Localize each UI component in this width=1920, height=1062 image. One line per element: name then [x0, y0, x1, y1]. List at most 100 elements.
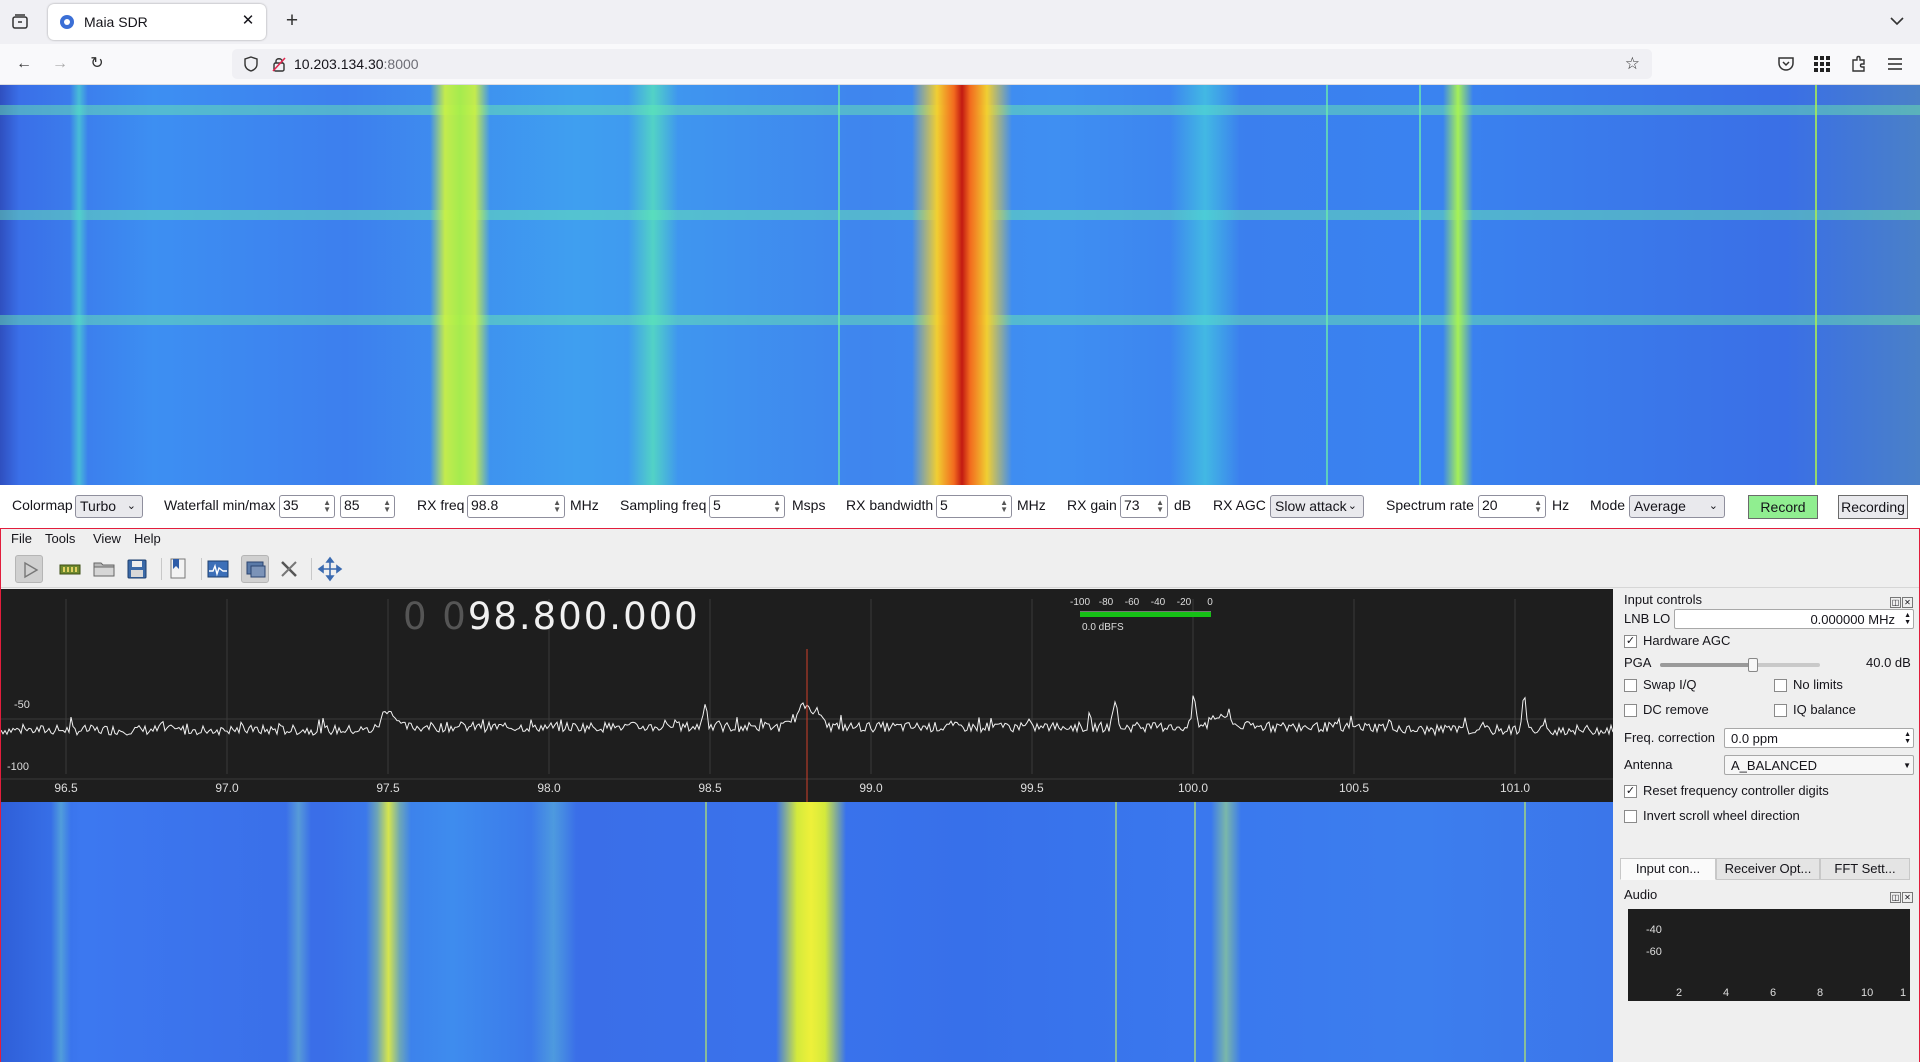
menu-view[interactable]: View [93, 531, 121, 546]
spectrum-rate-input[interactable]: 20 ▲ ▼ [1478, 495, 1546, 518]
tab-list-icon[interactable] [10, 12, 30, 32]
tools-wrench-icon[interactable] [275, 555, 303, 583]
new-tab-button[interactable]: + [280, 10, 304, 34]
waterfall-max-input[interactable]: 85 ▲ ▼ [340, 495, 395, 518]
spectrum-y-label: -100 [7, 761, 30, 773]
frequency-controller[interactable]: 0 098.800.000 [403, 595, 700, 638]
spectrum-plot-area[interactable]: 0 098.800.000 0.0 dBFS -100 -80 -60 -40 -20 0… [1, 589, 1613, 1062]
audio-title: Audio [1624, 887, 1658, 902]
dc-remove-checkbox[interactable] [1624, 704, 1637, 717]
hamburger-menu-icon[interactable] [1885, 54, 1905, 74]
audio-fft-plot[interactable]: -40 -60 2 4 6 8 10 1 [1628, 909, 1910, 1001]
recording-button[interactable]: Recording [1838, 495, 1908, 519]
antenna-select[interactable]: A_BALANCED ▼ [1724, 755, 1914, 775]
spinner-icon[interactable]: ▲ ▼ [553, 499, 561, 514]
spectrum-x-label: 99.0 [859, 781, 883, 795]
insecure-lock-icon[interactable] [272, 56, 286, 72]
freq-correction-input[interactable]: 0.0 ppm ▲ ▼ [1724, 728, 1914, 748]
signal-trace [912, 85, 1012, 485]
iq-balance-checkbox[interactable] [1774, 704, 1787, 717]
chevron-down-icon[interactable] [1888, 12, 1906, 30]
rx-freq-input[interactable]: 98.8 ▲ ▼ [467, 495, 565, 518]
back-arrow-icon[interactable]: ← [13, 53, 35, 75]
waterfall-min-input[interactable]: 35 ▲ ▼ [279, 495, 335, 518]
reset-digits-checkbox[interactable]: ✓ [1624, 785, 1637, 798]
mode-label: Mode [1590, 497, 1626, 513]
audio-x-label: 8 [1817, 987, 1824, 999]
pga-slider[interactable] [1660, 658, 1820, 672]
reload-icon[interactable]: ↻ [86, 53, 108, 75]
extensions-icon[interactable] [1849, 54, 1869, 74]
shield-icon[interactable] [244, 56, 258, 72]
mode-select[interactable]: Average ⌄ [1629, 495, 1725, 518]
tab-title: Maia SDR [84, 14, 148, 30]
spinner-icon[interactable]: ▲ ▼ [1000, 499, 1008, 514]
spinner-icon[interactable]: ▲ ▼ [323, 499, 331, 514]
menu-help[interactable]: Help [134, 531, 161, 546]
signal-meter: 0.0 dBFS -100 -80 -60 -40 -20 0 [1069, 597, 1213, 637]
app-waterfall[interactable] [1, 802, 1613, 1062]
sdr-application-window: File Tools View Help 0 098.800.000 0.0 d… [0, 529, 1920, 1062]
colormap-select[interactable]: Turbo ⌄ [75, 495, 143, 518]
spinner-icon[interactable]: ▲ ▼ [1904, 612, 1911, 626]
audio-y-label: -40 [1646, 924, 1662, 936]
tab-receiver-options[interactable]: Receiver Opt... [1716, 858, 1820, 880]
hardware-agc-label: Hardware AGC [1643, 633, 1731, 648]
close-icon[interactable]: ✕ [1902, 597, 1913, 608]
chevron-down-icon: ⌄ [1347, 500, 1357, 512]
maia-favicon-icon [60, 15, 74, 29]
save-icon[interactable] [123, 555, 151, 583]
menu-tools[interactable]: Tools [45, 531, 75, 546]
record-button[interactable]: Record [1748, 495, 1818, 519]
colormap-label: Colormap [12, 497, 73, 513]
rx-gain-input[interactable]: 73 ▲ ▼ [1120, 495, 1168, 518]
close-icon[interactable]: ✕ [1902, 892, 1913, 903]
rx-gain-label: RX gain [1067, 497, 1117, 513]
pocket-icon[interactable] [1776, 54, 1796, 74]
fullscreen-arrows-icon[interactable] [316, 555, 344, 583]
input-controls-dock: Input controls ◫ ✕ LNB LO 0.000000 MHz ▲ ▼ … [1614, 589, 1919, 1062]
spinner-icon[interactable]: ▲ ▼ [383, 499, 391, 514]
no-limits-label: No limits [1793, 677, 1843, 692]
browser-tab[interactable]: Maia SDR ✕ [48, 4, 266, 40]
float-icon[interactable]: ◫ [1890, 597, 1901, 608]
play-icon[interactable] [15, 555, 43, 583]
no-limits-checkbox[interactable] [1774, 679, 1787, 692]
toolbar [1, 550, 1919, 588]
spectrum-plot[interactable] [1, 589, 1613, 802]
hardware-device-icon[interactable] [56, 555, 84, 583]
swap-iq-checkbox[interactable] [1624, 679, 1637, 692]
sampling-freq-input[interactable]: 5 ▲ ▼ [709, 495, 785, 518]
bookmark-star-icon[interactable]: ☆ [1625, 54, 1640, 74]
open-folder-icon[interactable] [90, 555, 118, 583]
remote-control-icon[interactable] [241, 555, 269, 583]
lnb-lo-input[interactable]: 0.000000 MHz ▲ ▼ [1674, 609, 1914, 629]
menu-file[interactable]: File [11, 531, 32, 546]
signal-trace [70, 85, 88, 485]
invert-scroll-checkbox[interactable] [1624, 810, 1637, 823]
spinner-icon[interactable]: ▲ ▼ [1904, 731, 1911, 745]
hardware-agc-checkbox[interactable]: ✓ [1624, 635, 1637, 648]
forward-arrow-icon[interactable]: → [49, 53, 71, 75]
rx-agc-select[interactable]: Slow attack ⌄ [1270, 495, 1364, 518]
spinner-icon[interactable]: ▲ ▼ [1534, 499, 1542, 514]
float-icon[interactable]: ◫ [1890, 892, 1901, 903]
spectrum-y-label: -50 [14, 699, 30, 711]
spinner-icon[interactable]: ▲ ▼ [1156, 499, 1164, 514]
tab-fft-settings[interactable]: FFT Sett... [1820, 858, 1910, 880]
spinner-icon[interactable]: ▲ ▼ [773, 499, 781, 514]
rx-agc-label: RX AGC [1213, 497, 1266, 513]
url-text[interactable]: 10.203.134.30:8000 [294, 56, 419, 72]
bookmark-icon[interactable] [164, 555, 192, 583]
close-tab-icon[interactable]: ✕ [238, 11, 258, 31]
maia-waterfall[interactable]: 96.50097.00097.50098.00098.50099.00099.5… [0, 85, 1920, 485]
apps-grid-icon[interactable] [1812, 54, 1832, 74]
url-bar[interactable]: 10.203.134.30:8000 ☆ [232, 49, 1652, 79]
pga-slider-handle[interactable] [1747, 658, 1758, 672]
navigation-bar: ← → ↻ 10.203.134.30:8000 ☆ [0, 44, 1920, 85]
audio-y-label: -60 [1646, 946, 1662, 958]
rx-bandwidth-input[interactable]: 5 ▲ ▼ [936, 495, 1012, 518]
spectrum-icon[interactable] [204, 555, 232, 583]
tab-input-controls[interactable]: Input con... [1620, 858, 1716, 880]
meter-scale-label: -20 [1176, 597, 1192, 608]
